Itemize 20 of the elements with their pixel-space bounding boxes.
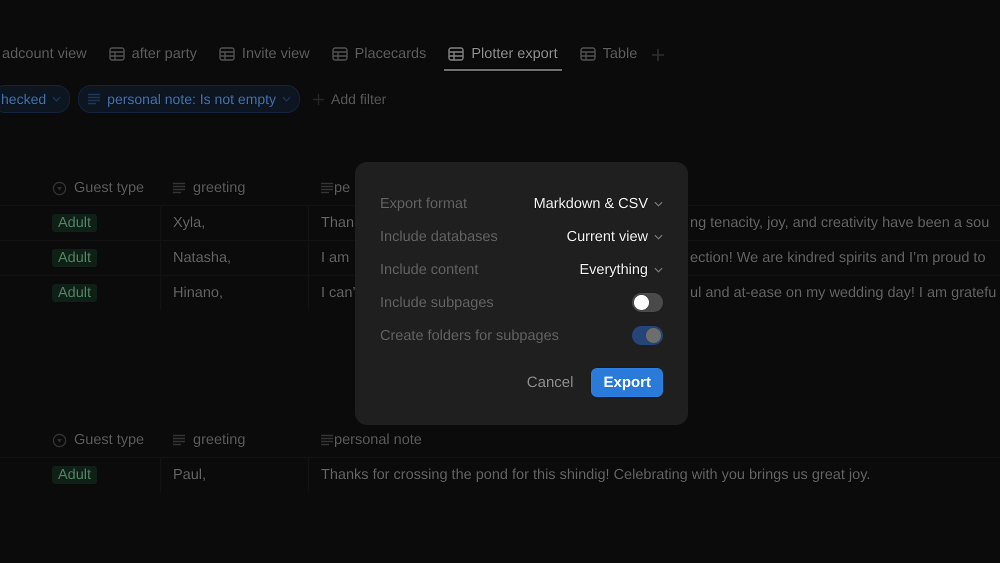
setting-label: Include databases	[380, 228, 498, 244]
setting-label: Include content	[380, 262, 478, 278]
setting-label: Create folders for subpages	[380, 328, 559, 344]
table-cell: I am	[321, 250, 350, 266]
guest-type-tag: Adult	[52, 284, 98, 302]
table-cell: ul and at-ease on my wedding day! I am gratefu	[690, 285, 996, 301]
table-cell: Natasha,	[173, 250, 232, 266]
guest-type-tag: Adult	[52, 249, 98, 267]
table-cell: Paul,	[173, 467, 206, 483]
table-cell: Xyla,	[173, 215, 206, 231]
guest-type-tag: Adult	[52, 214, 98, 232]
table-cell: ection! We are kindred spirits and I’m proud to	[690, 250, 986, 266]
setting-label: Export format	[380, 196, 468, 212]
table-cell: I can’	[321, 285, 356, 301]
table-cell: Hinano,	[173, 285, 223, 301]
setting-label: Include subpages	[380, 294, 494, 310]
table-cell: Thanks for crossing the pond for this shindig! Celebrating with you brings us great joy.	[321, 467, 870, 483]
table-cell: ng tenacity, joy, and creativity have been a sou	[690, 215, 990, 231]
guest-type-tag: Adult	[52, 466, 98, 484]
table-cell: Than	[321, 215, 354, 231]
